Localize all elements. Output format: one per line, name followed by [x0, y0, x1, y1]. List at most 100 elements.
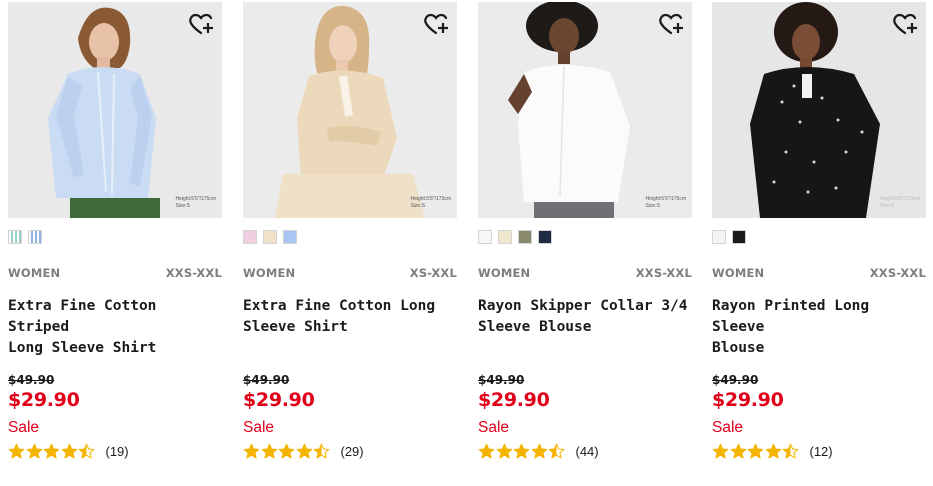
star-icon	[313, 443, 330, 458]
original-price: $49.90	[712, 373, 759, 387]
caption-height: Height:5'8"/173cm	[410, 196, 451, 202]
product-name-line: Extra Fine Cotton Striped	[8, 298, 157, 335]
product-card[interactable]: Height:5'8"/173cm Size:S WOMEN XS-XXL Ex…	[243, 0, 459, 486]
review-count: (44)	[575, 443, 599, 459]
star-rating	[712, 443, 800, 460]
star-icon	[261, 443, 277, 458]
gender-label: WOMEN	[712, 266, 765, 280]
product-name-line: Rayon Skipper Collar 3/4	[478, 298, 688, 314]
color-swatch[interactable]	[263, 230, 277, 244]
star-icon	[61, 443, 77, 458]
star-icon	[478, 443, 495, 458]
model-size-caption: Height:5'8"/173cm Size:S	[879, 196, 920, 210]
sale-price: $29.90	[712, 389, 784, 411]
color-swatch[interactable]	[243, 230, 257, 244]
caption-size: Size:S	[645, 203, 660, 209]
rating[interactable]: (19)	[8, 441, 129, 461]
product-meta: WOMEN XS-XXL	[243, 266, 457, 280]
star-icon	[513, 443, 530, 458]
product-meta: WOMEN XXS-XXL	[712, 266, 926, 280]
product-image[interactable]: Height:5'8"/173cm Size:S	[243, 2, 457, 218]
review-count: (12)	[809, 443, 833, 459]
review-count: (19)	[105, 443, 129, 459]
color-swatches	[8, 230, 42, 246]
color-swatch[interactable]	[732, 230, 746, 244]
product-name-line: Long Sleeve Shirt	[8, 340, 157, 356]
caption-height: Height:5'9"/175cm	[175, 196, 216, 202]
star-icon	[531, 443, 547, 458]
heart-plus-icon[interactable]	[658, 12, 684, 36]
sale-price: $29.90	[478, 389, 550, 411]
caption-height: Height:5'9"/175cm	[645, 196, 686, 202]
rating[interactable]: (12)	[712, 441, 833, 461]
color-swatches	[712, 230, 746, 246]
sale-flag: Sale	[478, 419, 510, 436]
model-size-caption: Height:5'9"/175cm Size:S	[645, 196, 686, 210]
original-price: $49.90	[8, 373, 55, 387]
product-card[interactable]: Height:5'9"/175cm Size:S WOMEN XXS-XXL E…	[8, 0, 224, 486]
review-count: (29)	[340, 443, 364, 459]
star-icon	[296, 443, 312, 458]
product-name[interactable]: Rayon Skipper Collar 3/4 Sleeve Blouse	[478, 296, 690, 338]
color-swatch[interactable]	[518, 230, 532, 244]
size-range: XXS-XXL	[869, 266, 926, 280]
color-swatch[interactable]	[8, 230, 22, 244]
star-icon	[747, 443, 764, 458]
gender-label: WOMEN	[478, 266, 531, 280]
product-image[interactable]: Height:5'9"/175cm Size:S	[8, 2, 222, 218]
rating[interactable]: (29)	[243, 441, 364, 461]
sale-price: $29.90	[243, 389, 315, 411]
product-meta: WOMEN XXS-XXL	[478, 266, 692, 280]
size-range: XXS-XXL	[165, 266, 222, 280]
heart-plus-icon[interactable]	[188, 12, 214, 36]
star-rating	[243, 443, 331, 460]
product-card[interactable]: Height:5'9"/175cm Size:S WOMEN XXS-XXL R…	[478, 0, 694, 486]
star-icon	[712, 443, 729, 458]
product-name-line: Rayon Printed Long Sleeve	[712, 298, 870, 335]
color-swatches	[478, 230, 552, 246]
sale-price: $29.90	[8, 389, 80, 411]
product-image[interactable]: Height:5'8"/173cm Size:S	[712, 2, 926, 218]
color-swatch[interactable]	[28, 230, 42, 244]
original-price: $49.90	[243, 373, 290, 387]
original-price: $49.90	[478, 373, 525, 387]
star-icon	[278, 443, 295, 458]
product-name[interactable]: Extra Fine Cotton Long Sleeve Shirt	[243, 296, 455, 338]
star-icon	[496, 443, 512, 458]
caption-height: Height:5'8"/173cm	[879, 196, 920, 202]
product-name[interactable]: Rayon Printed Long Sleeve Blouse	[712, 296, 924, 359]
product-name-line: Sleeve Blouse	[478, 319, 592, 335]
product-name-line: Sleeve Shirt	[243, 319, 348, 335]
color-swatch[interactable]	[478, 230, 492, 244]
product-card[interactable]: Height:5'8"/173cm Size:S WOMEN XXS-XXL R…	[712, 0, 928, 486]
caption-size: Size:S	[879, 203, 894, 209]
star-icon	[765, 443, 781, 458]
star-icon	[26, 443, 42, 458]
size-range: XS-XXL	[409, 266, 457, 280]
color-swatches	[243, 230, 297, 246]
color-swatch[interactable]	[538, 230, 552, 244]
star-icon	[782, 443, 799, 458]
sale-flag: Sale	[712, 419, 744, 436]
caption-size: Size:S	[175, 203, 190, 209]
product-name[interactable]: Extra Fine Cotton Striped Long Sleeve Sh…	[8, 296, 220, 359]
star-rating	[478, 443, 566, 460]
star-icon	[730, 443, 746, 458]
heart-plus-icon[interactable]	[892, 12, 918, 36]
star-icon	[548, 443, 565, 458]
star-icon	[43, 443, 60, 458]
sale-flag: Sale	[243, 419, 275, 436]
gender-label: WOMEN	[243, 266, 296, 280]
rating[interactable]: (44)	[478, 441, 599, 461]
gender-label: WOMEN	[8, 266, 61, 280]
color-swatch[interactable]	[498, 230, 512, 244]
color-swatch[interactable]	[283, 230, 297, 244]
color-swatch[interactable]	[712, 230, 726, 244]
product-name-line: Blouse	[712, 340, 765, 356]
heart-plus-icon[interactable]	[423, 12, 449, 36]
size-range: XXS-XXL	[635, 266, 692, 280]
star-icon	[78, 443, 95, 458]
star-rating	[8, 443, 96, 460]
product-meta: WOMEN XXS-XXL	[8, 266, 222, 280]
product-image[interactable]: Height:5'9"/175cm Size:S	[478, 2, 692, 218]
